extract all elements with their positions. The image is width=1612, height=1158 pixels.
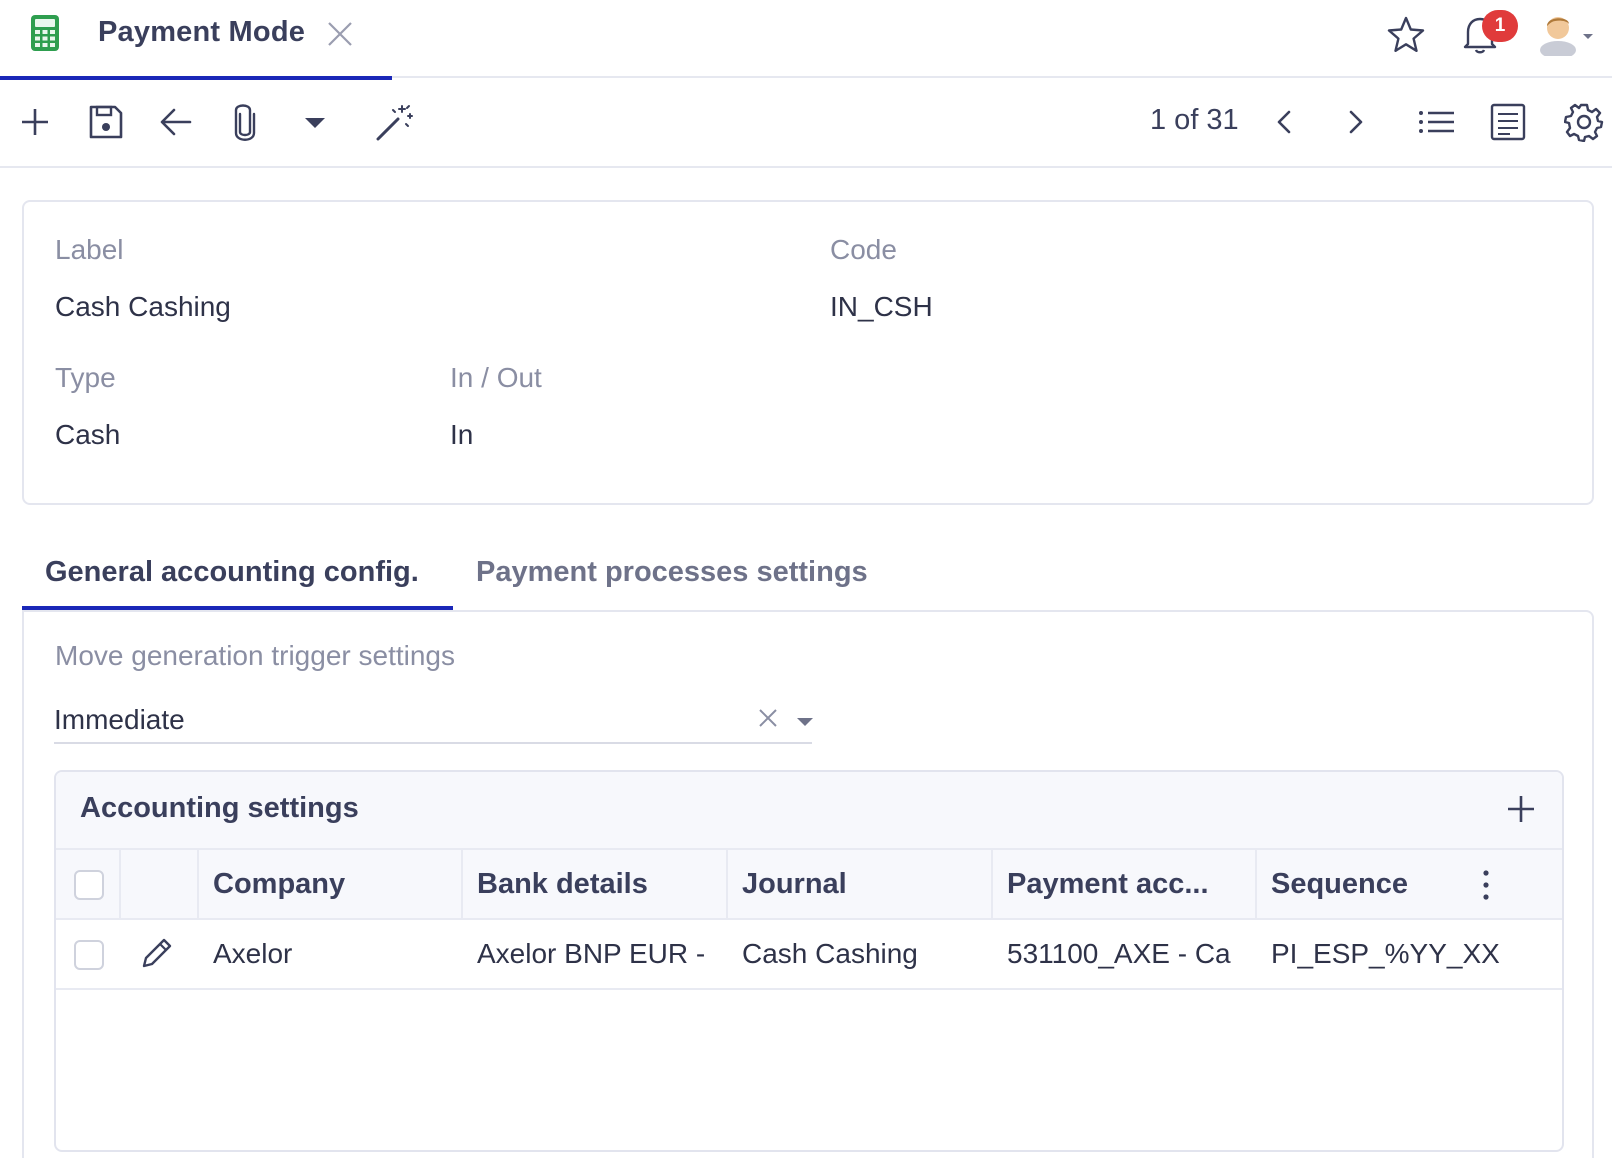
chevron-left-icon[interactable] <box>1274 102 1294 147</box>
accounting-settings-panel: Accounting settings Company Bank details… <box>54 770 1564 1152</box>
trigger-select-value: Immediate <box>54 704 185 735</box>
tab-title: Payment Mode <box>98 16 306 48</box>
clear-icon[interactable] <box>758 708 778 733</box>
panel-header: Accounting settings <box>56 772 1562 850</box>
cell-journal: Cash Cashing <box>742 938 918 969</box>
star-icon[interactable] <box>1386 15 1426 60</box>
table-row[interactable]: Axelor Axelor BNP EUR - Cash Cashing 531… <box>56 920 1562 990</box>
cell-company: Axelor <box>213 938 293 969</box>
plus-icon[interactable] <box>20 102 50 147</box>
column-header-payment-account[interactable]: Payment acc... <box>1007 868 1209 901</box>
close-icon[interactable] <box>326 20 354 53</box>
top-tab-bar: Payment Mode 1 <box>0 0 1612 80</box>
more-vertical-icon[interactable] <box>1480 868 1492 907</box>
label-caption: Label <box>55 234 124 265</box>
inout-caption: In / Out <box>450 362 542 393</box>
column-header-sequence[interactable]: Sequence <box>1271 868 1408 901</box>
record-card: Label Cash Cashing Code IN_CSH Type Cash… <box>22 200 1594 505</box>
gear-icon[interactable] <box>1563 102 1604 147</box>
paperclip-icon[interactable] <box>232 102 258 147</box>
grid-header-row: Company Bank details Journal Payment acc… <box>56 850 1562 920</box>
pencil-icon[interactable] <box>138 936 174 977</box>
panel-title: Accounting settings <box>80 792 359 824</box>
magic-wand-icon[interactable] <box>376 102 416 147</box>
column-header-bank-details[interactable]: Bank details <box>477 868 648 901</box>
caret-down-icon[interactable] <box>796 714 814 732</box>
notification-badge: 1 <box>1482 10 1518 42</box>
tab-payment-processes-settings[interactable]: Payment processes settings <box>476 556 868 589</box>
type-caption: Type <box>55 362 116 393</box>
active-tab-indicator <box>22 606 453 610</box>
tab-general-accounting-config[interactable]: General accounting config. <box>45 556 419 589</box>
column-header-journal[interactable]: Journal <box>742 868 847 901</box>
avatar[interactable] <box>1536 10 1580 61</box>
trigger-select[interactable]: Immediate <box>54 692 814 744</box>
list-view-icon[interactable] <box>1418 102 1456 147</box>
tab-payment-mode[interactable]: Payment Mode <box>0 0 392 80</box>
pager-text: 1 of 31 <box>1150 104 1239 136</box>
chevron-right-icon[interactable] <box>1346 102 1366 147</box>
save-icon[interactable] <box>88 102 124 147</box>
plus-icon[interactable] <box>1506 792 1536 831</box>
chevron-down-icon[interactable] <box>1582 28 1594 46</box>
cell-sequence: PI_ESP_%YY_XX <box>1271 938 1500 969</box>
code-caption: Code <box>830 234 897 265</box>
type-value[interactable]: Cash <box>55 419 120 451</box>
row-checkbox[interactable] <box>74 940 104 970</box>
caret-down-icon[interactable] <box>304 116 326 134</box>
form-view-icon[interactable] <box>1490 102 1526 147</box>
calculator-icon <box>30 14 60 57</box>
trigger-caption: Move generation trigger settings <box>55 640 455 671</box>
select-all-checkbox[interactable] <box>74 870 104 900</box>
label-value[interactable]: Cash Cashing <box>55 291 231 323</box>
inout-value[interactable]: In <box>450 419 473 451</box>
cell-payment-account: 531100_AXE - Ca <box>1007 938 1231 969</box>
tab-content-card: Move generation trigger settings Immedia… <box>22 610 1594 1158</box>
column-header-company[interactable]: Company <box>213 868 345 901</box>
back-arrow-icon[interactable] <box>160 102 192 147</box>
cell-bank-details: Axelor BNP EUR - <box>477 938 706 969</box>
toolbar: 1 of 31 <box>0 78 1612 168</box>
code-value[interactable]: IN_CSH <box>830 291 933 323</box>
